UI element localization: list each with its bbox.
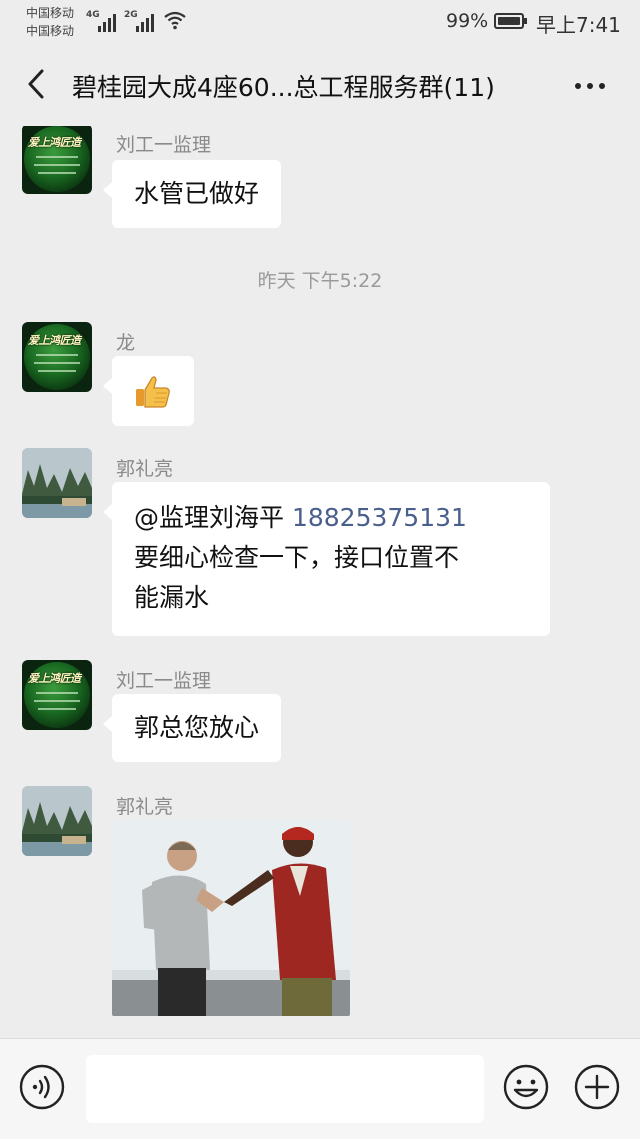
- message-bubble[interactable]: @监理刘海平 18825375131 要细心检查一下，接口位置不 能漏水: [103, 482, 550, 636]
- status-bar: 中国移动 中国移动 4G 2G 99% 早上7:41: [0, 0, 640, 44]
- message-bubble[interactable]: [103, 356, 194, 426]
- message-list[interactable]: 爱上鸿匠造 刘工一监理 水管已做好 昨天 下午5:22 爱上鸿匠造 龙 郭礼亮: [0, 126, 640, 1038]
- battery-icon: [494, 13, 524, 29]
- input-bar: [0, 1038, 640, 1139]
- avatar[interactable]: 爱上鸿匠造: [22, 660, 92, 730]
- message-bubble[interactable]: 水管已做好: [102, 160, 282, 228]
- sender-name: 刘工一监理: [116, 134, 212, 156]
- message-text: 水管已做好: [134, 179, 260, 208]
- status-time: 早上7:41: [536, 13, 621, 37]
- photo-message[interactable]: [112, 820, 350, 1016]
- message-text: 郭总您放心: [134, 713, 260, 742]
- emoji-icon[interactable]: [502, 1063, 550, 1111]
- handshake-photo: [112, 820, 350, 1016]
- battery-tip: [524, 18, 527, 24]
- avatar[interactable]: 爱上鸿匠造: [22, 322, 92, 392]
- carrier-2: 中国移动: [26, 24, 75, 38]
- landscape-avatar-image: [22, 786, 92, 856]
- chat-header: 碧桂园大成4座60...总工程服务群(11): [0, 44, 640, 126]
- chat-title[interactable]: 碧桂园大成4座60...总工程服务群(11): [72, 68, 495, 104]
- avatar[interactable]: [22, 448, 92, 518]
- timestamp: 昨天 下午5:22: [257, 270, 383, 292]
- carrier-1: 中国移动: [26, 6, 75, 20]
- voice-icon[interactable]: [18, 1063, 66, 1111]
- sender-name: 郭礼亮: [116, 796, 174, 818]
- message-text: 要细心检查一下，接口位置不: [134, 543, 460, 572]
- signal-4g-icon: 4G: [86, 10, 118, 32]
- message-text: 能漏水: [134, 583, 210, 612]
- landscape-avatar-image: [22, 448, 92, 518]
- message-input[interactable]: [86, 1055, 484, 1123]
- wifi-icon: [164, 11, 186, 30]
- signal-2g-icon: 2G: [124, 10, 156, 32]
- sender-name: 龙: [116, 332, 136, 354]
- avatar[interactable]: 爱上鸿匠造: [22, 126, 92, 194]
- mention[interactable]: @监理刘海平: [134, 503, 284, 532]
- phone-link[interactable]: 18825375131: [292, 503, 467, 532]
- battery-percent: 99%: [446, 10, 489, 32]
- chevron-left-icon[interactable]: [20, 66, 56, 102]
- message-bubble[interactable]: 郭总您放心: [102, 694, 282, 762]
- sender-name: 刘工一监理: [116, 670, 212, 692]
- plus-icon[interactable]: [573, 1063, 621, 1111]
- more-dots-icon[interactable]: [572, 74, 608, 98]
- thumbs-up-icon: [136, 376, 170, 408]
- sender-name: 郭礼亮: [116, 458, 174, 480]
- avatar[interactable]: [22, 786, 92, 856]
